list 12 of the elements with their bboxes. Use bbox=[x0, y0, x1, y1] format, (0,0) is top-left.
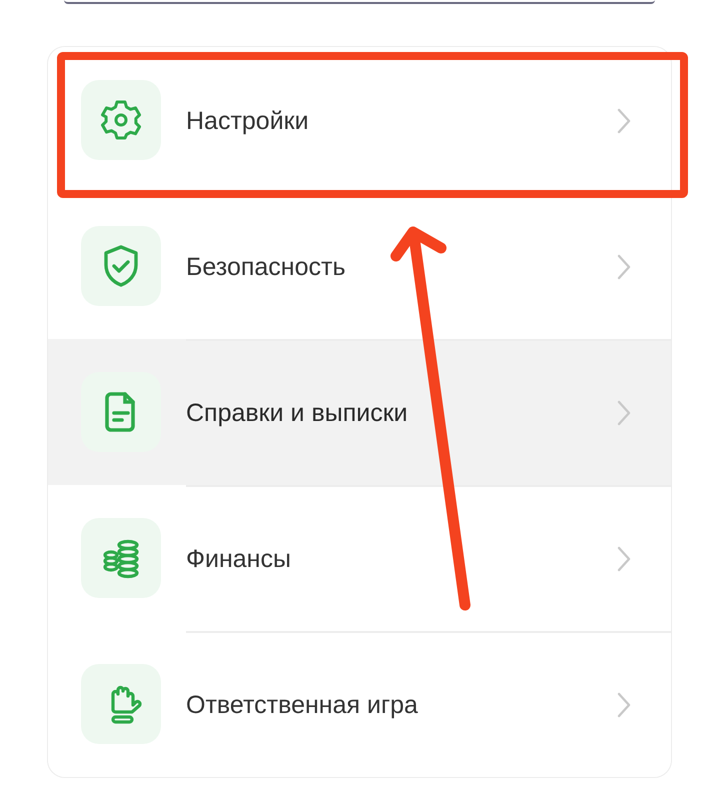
menu-label: Финансы bbox=[186, 544, 291, 574]
chevron-icon bbox=[617, 108, 631, 134]
menu-label: Безопасность bbox=[186, 252, 346, 282]
menu-label: Настройки bbox=[186, 106, 309, 136]
chevron-icon bbox=[617, 546, 631, 572]
menu-item[interactable]: Справки и выписки bbox=[48, 339, 671, 485]
menu-label: Ответственная игра bbox=[186, 690, 418, 720]
chevron-icon bbox=[617, 254, 631, 280]
chevron-icon bbox=[617, 692, 631, 718]
menu-label: Справки и выписки bbox=[186, 398, 408, 428]
menu-item[interactable]: Ответственная игра bbox=[48, 631, 671, 777]
chevron-icon bbox=[617, 400, 631, 426]
